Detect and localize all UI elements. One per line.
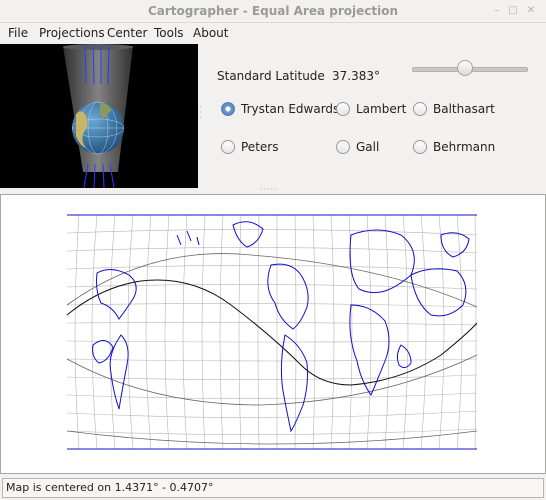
horizontal-splitter-grip[interactable]: ····· <box>260 185 278 194</box>
projection-preview[interactable] <box>0 44 198 188</box>
standard-latitude-value: 37.383° <box>332 69 380 83</box>
label-gall[interactable]: Gall <box>356 140 379 154</box>
menu-about[interactable]: About <box>193 26 228 40</box>
graticule <box>66 214 478 450</box>
radio-balthasart[interactable] <box>413 102 427 116</box>
cylinder-globe-illustration <box>63 44 133 188</box>
radio-peters[interactable] <box>221 140 235 154</box>
radio-gall[interactable] <box>336 140 350 154</box>
menu-tools[interactable]: Tools <box>154 26 184 40</box>
minimize-icon[interactable]: – <box>492 6 502 16</box>
vertical-splitter-grip[interactable]: · · · <box>199 103 203 123</box>
status-text: Map is centered on 1.4371° - 0.4707° <box>6 481 214 494</box>
status-box: Map is centered on 1.4371° - 0.4707° <box>2 478 544 498</box>
menu-file[interactable]: File <box>8 26 28 40</box>
radio-lambert[interactable] <box>336 102 350 116</box>
projection-controls: Standard Latitude 37.383° Trystan Edward… <box>206 44 546 188</box>
slider-handle[interactable] <box>457 60 474 76</box>
menu-center[interactable]: Center <box>107 26 147 40</box>
title-bar: Cartographer - Equal Area projection – □… <box>0 0 546 23</box>
map-canvas[interactable] <box>0 194 546 474</box>
label-trystan-edwards[interactable]: Trystan Edwards <box>241 102 339 116</box>
label-lambert[interactable]: Lambert <box>356 102 406 116</box>
close-icon[interactable]: ✕ <box>526 6 536 16</box>
radio-behrmann[interactable] <box>413 140 427 154</box>
radio-trystan-edwards[interactable] <box>221 102 235 116</box>
menu-bar: File Projections Center Tools About <box>0 23 546 43</box>
maximize-icon[interactable]: □ <box>508 6 518 16</box>
label-behrmann[interactable]: Behrmann <box>433 140 495 154</box>
window-title: Cartographer - Equal Area projection <box>147 4 399 18</box>
world-map <box>66 214 478 450</box>
status-bar: Map is centered on 1.4371° - 0.4707° <box>0 476 546 500</box>
label-balthasart[interactable]: Balthasart <box>433 102 495 116</box>
label-peters[interactable]: Peters <box>241 140 278 154</box>
menu-projections[interactable]: Projections <box>39 26 105 40</box>
standard-latitude-label: Standard Latitude <box>217 69 325 83</box>
